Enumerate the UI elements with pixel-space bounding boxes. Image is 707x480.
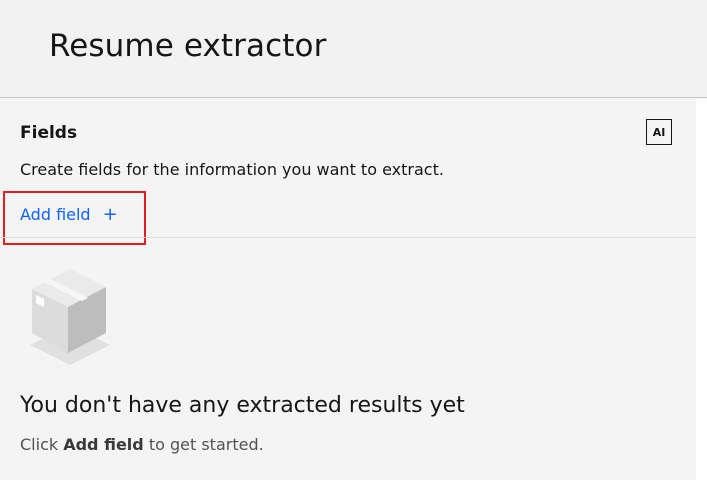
fields-description: Create fields for the information you wa… bbox=[20, 160, 444, 179]
empty-state-subtitle: Click Add field to get started. bbox=[20, 435, 264, 454]
page-title: Resume extractor bbox=[49, 28, 327, 64]
right-edge bbox=[696, 99, 707, 480]
empty-sub-suffix: to get started. bbox=[148, 435, 264, 454]
empty-sub-prefix: Click bbox=[20, 435, 59, 454]
divider bbox=[0, 237, 696, 238]
empty-sub-bold: Add field bbox=[63, 435, 144, 454]
ai-badge[interactable]: AI bbox=[646, 119, 672, 145]
page-header: Resume extractor bbox=[0, 0, 707, 98]
box-icon bbox=[30, 269, 110, 365]
empty-state-title: You don't have any extracted results yet bbox=[20, 393, 465, 418]
fields-panel: Fields AI Create fields for the informat… bbox=[0, 99, 696, 480]
fields-heading: Fields bbox=[20, 123, 78, 143]
